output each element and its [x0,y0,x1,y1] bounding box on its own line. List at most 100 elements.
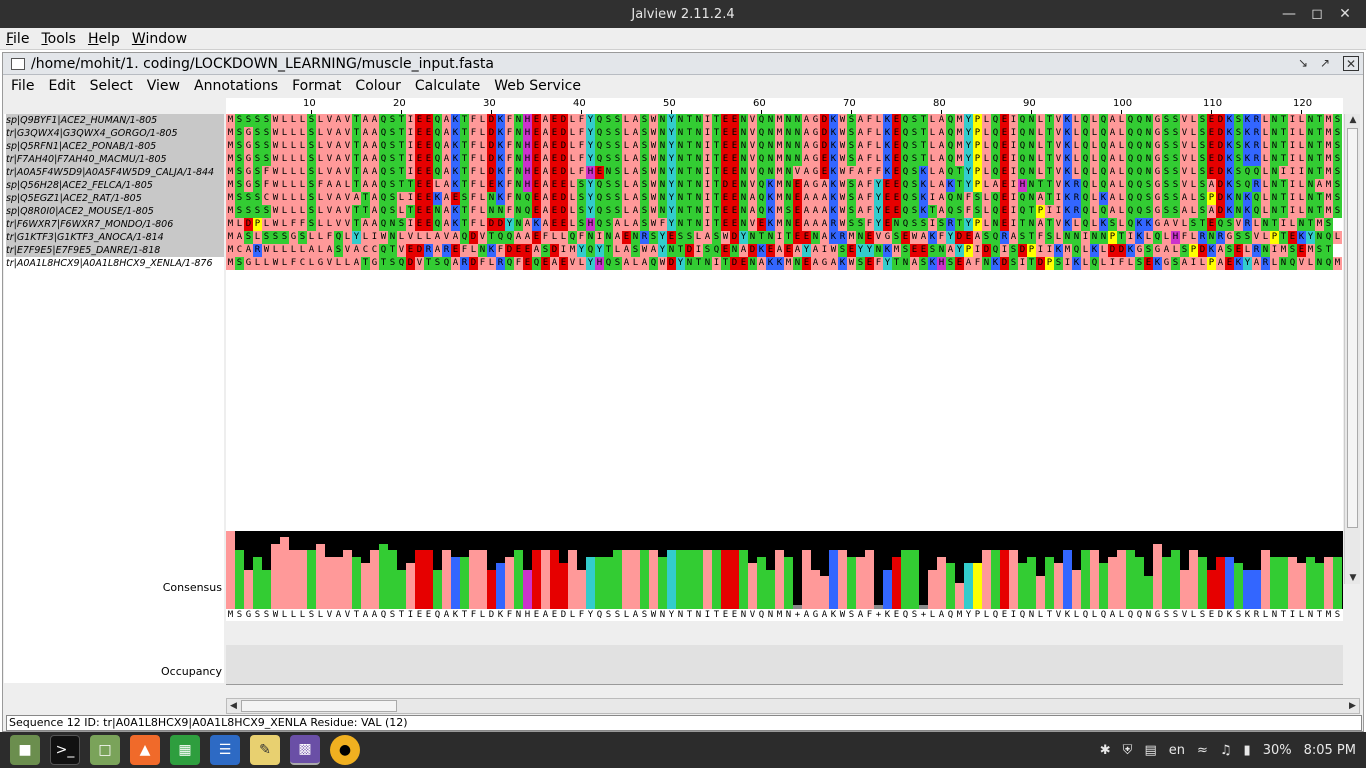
residue[interactable]: T [352,140,361,153]
sequence-row[interactable]: MLDPLWLFFSLLVVTAAQNSIEEQAKTFLDDYNAKAEELS… [226,218,1333,231]
scroll-down-icon[interactable]: ▼ [1345,572,1361,584]
residue[interactable]: L [280,127,289,140]
residue[interactable]: M [955,153,964,166]
residue[interactable]: E [1000,114,1009,127]
residue[interactable]: K [1090,244,1099,257]
residue[interactable]: K [829,166,838,179]
residue[interactable]: N [1027,140,1036,153]
residue[interactable]: K [829,140,838,153]
residue[interactable]: F [865,192,874,205]
residue[interactable]: L [1090,140,1099,153]
residue[interactable]: Q [505,231,514,244]
residue[interactable]: M [1324,205,1333,218]
residue[interactable]: S [1189,218,1198,231]
residue[interactable]: A [361,114,370,127]
residue[interactable]: M [775,140,784,153]
sequence-row[interactable]: MSGSFWLLLSFAALTAAQSTTEELAKTFLEKFNHEAEELS… [226,179,1342,192]
residue[interactable]: A [361,153,370,166]
residue[interactable]: N [1027,192,1036,205]
residue[interactable]: V [343,127,352,140]
residue[interactable]: D [982,244,991,257]
residue[interactable]: S [613,166,622,179]
residue[interactable]: G [289,231,298,244]
residue[interactable]: S [235,140,244,153]
residue[interactable]: A [802,153,811,166]
residue[interactable]: T [460,153,469,166]
vertical-scrollbar[interactable]: ▲ ▼ [1344,114,1360,584]
residue[interactable]: C [262,192,271,205]
residue[interactable]: N [676,179,685,192]
residue[interactable]: S [1108,218,1117,231]
menu-help[interactable]: Help [82,31,126,47]
iconify-icon[interactable]: ↘ [1295,56,1311,71]
residue[interactable]: Q [1081,218,1090,231]
residue[interactable]: Q [1126,127,1135,140]
residue[interactable]: S [1171,205,1180,218]
residue[interactable]: T [1198,218,1207,231]
residue[interactable]: Q [1135,179,1144,192]
residue[interactable]: M [226,166,235,179]
residue[interactable]: D [244,218,253,231]
residue[interactable]: A [1108,140,1117,153]
residue[interactable]: N [1270,179,1279,192]
residue[interactable]: T [352,218,361,231]
residue[interactable]: L [487,257,496,270]
residue[interactable]: R [424,244,433,257]
residue[interactable]: V [1180,114,1189,127]
residue[interactable]: W [649,153,658,166]
residue[interactable]: L [1297,153,1306,166]
residue[interactable]: L [1036,127,1045,140]
residue[interactable]: V [325,192,334,205]
residue[interactable]: Q [1126,205,1135,218]
residue[interactable]: V [325,166,334,179]
residue[interactable]: W [838,153,847,166]
residue[interactable]: R [1072,205,1081,218]
residue[interactable]: K [1243,192,1252,205]
residue[interactable]: T [1315,205,1324,218]
residue[interactable]: K [1063,179,1072,192]
residue[interactable]: D [1216,166,1225,179]
residue[interactable]: S [235,192,244,205]
residue[interactable]: L [568,114,577,127]
consensus-label[interactable]: Consensus [163,581,222,594]
residue[interactable]: Q [1081,166,1090,179]
residue[interactable]: M [955,127,964,140]
residue[interactable]: S [640,140,649,153]
residue[interactable]: F [874,166,883,179]
residue[interactable]: Y [667,218,676,231]
residue[interactable]: A [334,205,343,218]
residue[interactable]: L [280,140,289,153]
residue[interactable]: L [928,140,937,153]
residue[interactable]: S [271,231,280,244]
residue[interactable]: T [460,179,469,192]
residue[interactable]: A [1252,257,1261,270]
residue[interactable]: L [289,153,298,166]
residue[interactable]: L [307,231,316,244]
residue[interactable]: A [622,244,631,257]
residue[interactable]: N [1270,205,1279,218]
residue[interactable]: L [1189,153,1198,166]
residue[interactable]: S [1171,179,1180,192]
residue[interactable]: D [955,231,964,244]
residue[interactable]: Y [667,140,676,153]
residue[interactable]: L [1144,231,1153,244]
residue[interactable]: M [1324,166,1333,179]
residue[interactable]: T [685,153,694,166]
residue[interactable]: L [280,192,289,205]
residue[interactable]: T [1279,114,1288,127]
residue[interactable]: F [505,114,514,127]
residue[interactable]: E [487,179,496,192]
residue[interactable]: L [1261,140,1270,153]
residue[interactable]: M [1324,127,1333,140]
residue[interactable]: Q [901,218,910,231]
residue[interactable]: Q [379,205,388,218]
residue[interactable]: F [1036,231,1045,244]
residue[interactable]: Y [667,153,676,166]
residue[interactable]: Y [586,127,595,140]
residue[interactable]: G [1153,205,1162,218]
residue[interactable]: L [1072,140,1081,153]
sequence-id[interactable]: tr|G3QWX4|G3QWX4_GORGO/1-805 [6,127,224,140]
residue[interactable]: L [631,257,640,270]
residue[interactable]: S [712,231,721,244]
residue[interactable]: L [298,127,307,140]
